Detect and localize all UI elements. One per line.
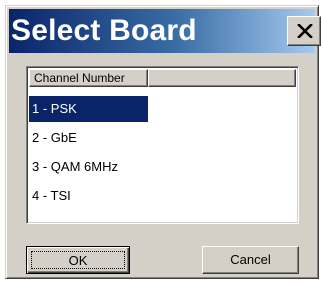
list-item[interactable]: 1 - PSK: [29, 96, 148, 122]
select-board-dialog: Select Board Channel Number 1 - PSK 2 - …: [5, 5, 321, 279]
title-bar[interactable]: Select Board: [9, 9, 321, 53]
cancel-button[interactable]: Cancel: [202, 246, 299, 274]
list-header: Channel Number: [29, 69, 296, 87]
close-icon: [297, 24, 313, 38]
list-item[interactable]: 4 - TSI: [29, 183, 71, 209]
column-header-channel-number[interactable]: Channel Number: [29, 69, 148, 87]
ok-button[interactable]: OK: [26, 246, 130, 274]
column-header-empty: [148, 69, 296, 87]
list-item[interactable]: 2 - GbE: [29, 125, 77, 151]
channel-list[interactable]: Channel Number 1 - PSK 2 - GbE 3 - QAM 6…: [26, 66, 299, 224]
close-button[interactable]: [287, 16, 321, 46]
list-item[interactable]: 3 - QAM 6MHz: [29, 154, 118, 180]
ok-button-label: OK: [31, 251, 125, 269]
dialog-title: Select Board: [11, 14, 197, 47]
